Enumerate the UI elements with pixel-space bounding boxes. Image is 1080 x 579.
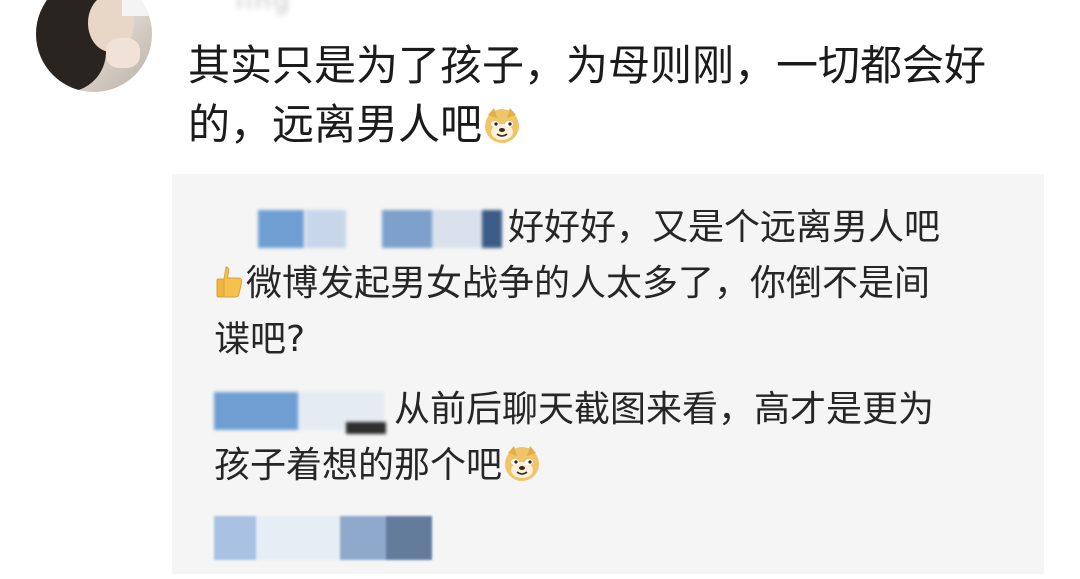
reply-1-username[interactable] [214, 210, 508, 248]
reply-1-line-1: 好好好，又是个远离男人吧 [508, 207, 941, 248]
doge-emoji-icon [505, 446, 540, 481]
doge-emoji-icon [485, 108, 520, 143]
avatar[interactable] [36, 0, 152, 92]
reply-1: 好好好，又是个远离男人吧 微博发起男女战争的人太多了，你倒不是间 谍吧? [214, 200, 940, 368]
thumbs-up-icon [216, 266, 243, 298]
comment-line-2: 的，远离男人吧 [188, 95, 1058, 154]
reply-2-username[interactable] [214, 392, 394, 434]
reply-1-line-3: 谍吧? [214, 319, 306, 360]
comment-line-1: 其实只是为了孩子，为母则刚，一切都会好 [188, 41, 987, 90]
reply-1-line-2: 微博发起男女战争的人太多了，你倒不是间 [246, 263, 931, 304]
more-replies-link[interactable] [214, 516, 432, 560]
username[interactable]: ling [236, 0, 396, 16]
reply-2-line-2: 孩子着想的那个吧 [214, 445, 503, 486]
reply-2-line-1: 从前后聊天截图来看，高才是更为 [394, 389, 935, 430]
reply-2: 从前后聊天截图来看，高才是更为 孩子着想的那个吧 [214, 382, 934, 494]
comment-text: 其实只是为了孩子，为母则刚，一切都会好 的，远离男人吧 [188, 36, 1058, 154]
